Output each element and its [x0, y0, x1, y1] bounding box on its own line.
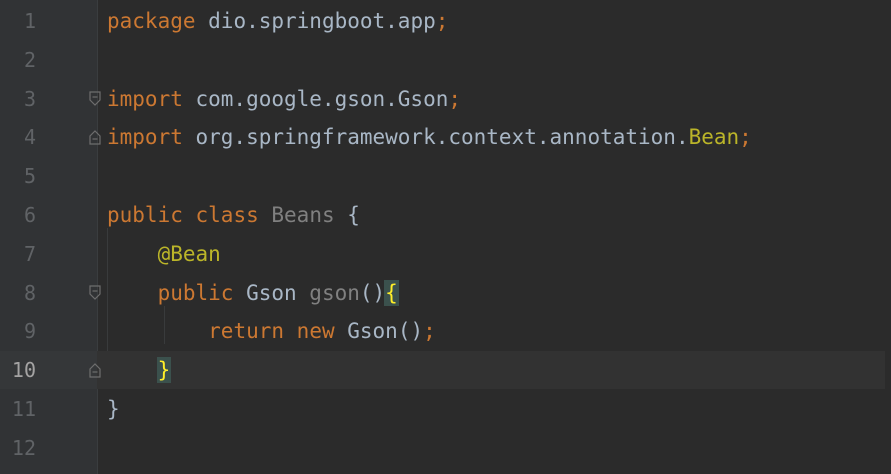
code-line[interactable]: 2: [0, 41, 891, 79]
line-number: 9: [23, 319, 36, 344]
code-token: public: [107, 203, 183, 227]
code-line[interactable]: 5: [0, 157, 891, 195]
code-line[interactable]: 8 public Gson gson(){: [0, 274, 891, 312]
code-text[interactable]: import com.google.gson.Gson;: [107, 80, 461, 118]
code-token: org.springframework.context.annotation.: [182, 125, 689, 150]
code-text[interactable]: package dio.springboot.app;: [107, 2, 448, 40]
code-token: {: [334, 203, 360, 227]
line-number: 1: [23, 9, 36, 33]
code-token: import: [107, 125, 183, 150]
line-number: 6: [23, 203, 36, 227]
code-text[interactable]: import org.springframework.context.annot…: [107, 118, 752, 156]
line-number: 5: [23, 164, 36, 189]
line-number: 3: [23, 86, 36, 111]
code-token: gson: [309, 280, 360, 305]
line-number: 8: [23, 280, 36, 305]
code-token: class: [195, 203, 259, 227]
code-token: package: [107, 9, 196, 33]
code-token: import: [107, 86, 183, 111]
matched-brace: {: [384, 279, 399, 306]
code-token: ;: [739, 125, 752, 150]
code-text[interactable]: }: [107, 351, 172, 389]
code-token: ;: [423, 319, 436, 344]
code-token: }: [107, 397, 120, 421]
code-token: return: [208, 319, 285, 344]
code-line[interactable]: 7 @Bean: [0, 235, 891, 273]
code-token: com.google.gson.Gson: [182, 86, 449, 111]
code-token: (): [359, 280, 386, 305]
code-token: public: [157, 280, 234, 305]
code-token: Gson(): [334, 319, 424, 344]
code-line[interactable]: 11}: [0, 390, 891, 428]
code-token: Beans: [271, 203, 335, 227]
vertical-scrollbar[interactable]: [885, 0, 891, 474]
fold-end-icon[interactable]: [88, 129, 102, 145]
code-text[interactable]: return new Gson();: [107, 312, 436, 350]
code-line[interactable]: 10 }: [0, 351, 891, 390]
code-line[interactable]: 6 public class Beans {: [0, 196, 891, 234]
code-text[interactable]: @Bean: [107, 235, 221, 273]
code-token: dio.springboot.app: [195, 9, 436, 33]
code-text[interactable]: public Gson gson(){: [107, 274, 399, 312]
line-number: 4: [23, 125, 36, 150]
code-text[interactable]: }: [107, 390, 120, 428]
matched-brace: }: [156, 357, 172, 384]
line-number: 7: [23, 241, 36, 266]
code-token: ;: [435, 9, 449, 33]
code-token: ;: [448, 86, 462, 111]
line-number: 2: [23, 47, 36, 72]
code-token: @Bean: [157, 241, 221, 266]
code-editor[interactable]: 1 package dio.springboot.app; 2 3 import com…: [0, 0, 891, 474]
line-number: 10: [11, 358, 36, 383]
line-number: 12: [11, 435, 36, 460]
code-token: Gson: [233, 280, 310, 305]
fold-collapse-icon[interactable]: [88, 90, 102, 107]
line-number: 11: [11, 397, 36, 421]
code-line[interactable]: 12: [0, 429, 891, 467]
code-line[interactable]: 1 package dio.springboot.app;: [0, 2, 891, 40]
code-text[interactable]: public class Beans {: [107, 196, 360, 234]
code-token: new: [296, 319, 335, 344]
fold-collapse-icon[interactable]: [88, 284, 102, 301]
code-line[interactable]: 4 import org.springframework.context.anno…: [0, 118, 891, 156]
code-line[interactable]: 3 import com.google.gson.Gson;: [0, 80, 891, 118]
code-token: Bean: [688, 125, 740, 150]
fold-end-icon[interactable]: [88, 362, 102, 378]
code-line[interactable]: 9 return new Gson();: [0, 312, 891, 350]
